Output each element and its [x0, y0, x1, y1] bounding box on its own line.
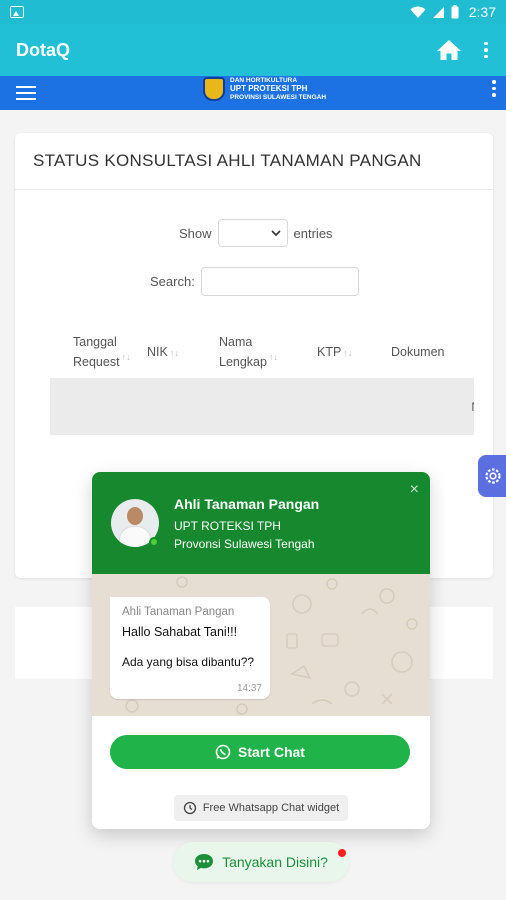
start-chat-button[interactable]: Start Chat	[110, 735, 410, 769]
start-chat-label: Start Chat	[238, 744, 305, 760]
bubble-message-1: Hallo Sahabat Tani!!!	[122, 625, 238, 639]
entries-select[interactable]	[217, 219, 288, 247]
col-nik[interactable]: NIK ↑↓	[147, 325, 219, 378]
settings-tab[interactable]	[478, 455, 506, 497]
show-entries: Show entries	[179, 219, 333, 247]
app-bar: DotaQ	[0, 24, 506, 76]
whatsapp-icon	[215, 744, 231, 760]
search-input[interactable]	[200, 267, 359, 296]
logo-line-2: UPT PROTEKSI TPH	[230, 84, 308, 94]
image-icon	[10, 6, 24, 18]
chevron-down-icon	[270, 230, 281, 236]
chat-icon	[195, 854, 214, 870]
card-title: STATUS KONSULTASI AHLI TANAMAN PANGAN	[15, 133, 493, 190]
agent-org: UPT ROTEKSI TPH	[174, 519, 281, 533]
status-bar: 2:37	[0, 0, 506, 24]
menu-icon[interactable]	[16, 86, 36, 100]
table-header: Tanggal Request ↑↓ NIK ↑↓ Nama Lengkap ↑↓ KTP…	[50, 325, 474, 378]
search-row: Search:	[150, 267, 359, 296]
app-title: DotaQ	[16, 39, 70, 60]
logo-line-3: PROVINSI SULAWESI TENGAH	[230, 93, 327, 101]
bubble-sender: Ahli Tanaman Pangan	[122, 606, 235, 618]
online-indicator	[149, 537, 159, 547]
clock: 2:37	[468, 4, 496, 20]
data-table: Tanggal Request ↑↓ NIK ↑↓ Nama Lengkap ↑↓ KTP…	[50, 325, 474, 435]
entries-label: entries	[293, 225, 333, 241]
site-header: DAN HORTIKULTURA UPT PROTEKSI TPH PROVIN…	[0, 76, 506, 110]
table-row: N	[50, 378, 474, 435]
agent-name: Ahli Tanaman Pangan	[174, 496, 320, 512]
gear-icon	[485, 468, 501, 484]
site-logo[interactable]: DAN HORTIKULTURA UPT PROTEKSI TPH PROVIN…	[203, 76, 326, 102]
battery-icon	[451, 5, 459, 19]
chat-body: Ahli Tanaman Pangan Hallo Sahabat Tani!!…	[92, 574, 430, 716]
chat-widget: Ahli Tanaman Pangan UPT ROTEKSI TPH Prov…	[92, 472, 430, 829]
wifi-icon	[410, 6, 426, 18]
col-nama-lengkap[interactable]: Nama Lengkap ↑↓	[219, 325, 317, 378]
crest-logo	[203, 77, 225, 101]
free-widget-badge[interactable]: Free Whatsapp Chat widget	[174, 795, 348, 821]
signal-icon	[432, 6, 444, 18]
more-vert-icon[interactable]	[490, 80, 498, 97]
chat-widget-header: Ahli Tanaman Pangan UPT ROTEKSI TPH Prov…	[92, 472, 430, 574]
empty-row-text: N	[471, 400, 474, 414]
show-label: Show	[179, 225, 212, 241]
col-tanggal-request[interactable]: Tanggal Request ↑↓	[50, 325, 147, 378]
col-dokumen[interactable]: Dokumen	[391, 325, 471, 378]
search-label: Search:	[150, 274, 195, 289]
bubble-time: 14:37	[236, 683, 262, 694]
message-bubble: Ahli Tanaman Pangan Hallo Sahabat Tani!!…	[110, 597, 270, 699]
more-vert-icon[interactable]	[482, 41, 490, 59]
ask-here-button[interactable]: Tanyakan Disini?	[173, 842, 349, 882]
free-widget-label: Free Whatsapp Chat widget	[202, 802, 340, 814]
close-icon[interactable]: ×	[410, 481, 419, 499]
agent-location: Provonsi Sulawesi Tengah	[174, 537, 315, 551]
notification-dot	[338, 849, 346, 857]
history-icon	[183, 801, 196, 815]
col-ktp[interactable]: KTP ↑↓	[317, 325, 391, 378]
bubble-message-2: Ada yang bisa dibantu??	[122, 655, 255, 669]
home-icon[interactable]	[436, 39, 462, 61]
logo-line-1: DAN HORTIKULTURA	[230, 76, 298, 84]
ask-here-label: Tanyakan Disini?	[222, 854, 328, 870]
